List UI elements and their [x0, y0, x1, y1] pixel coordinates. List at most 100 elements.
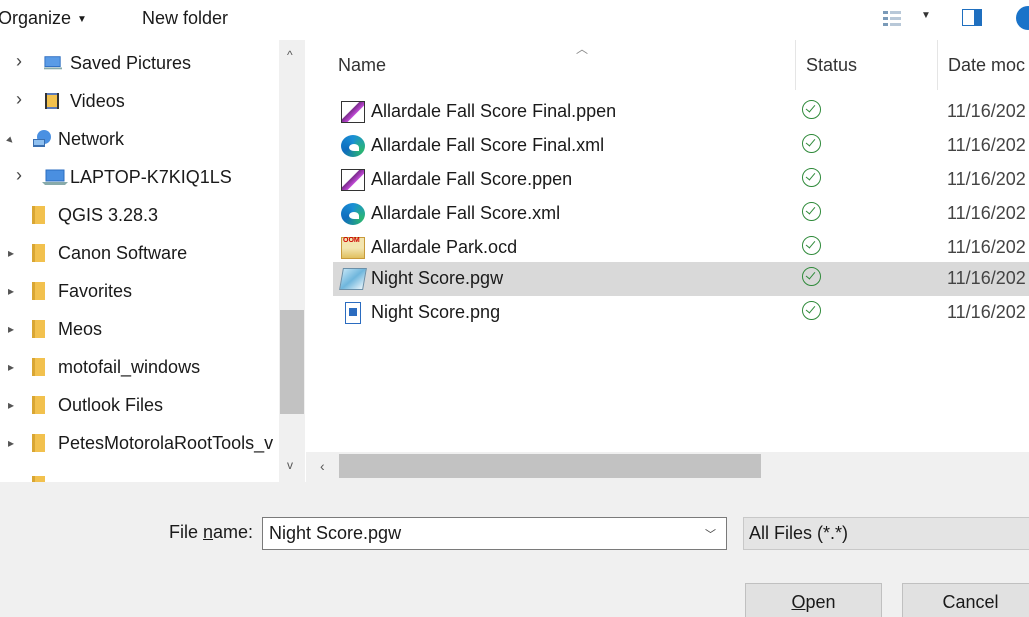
image-file-icon [345, 302, 361, 324]
chevron-right-icon[interactable]: › [16, 89, 22, 110]
nav-scrollbar-thumb[interactable] [280, 310, 304, 414]
file-row[interactable]: Allardale Fall Score.ppen 11/16/202 [333, 163, 1029, 197]
file-row[interactable]: Night Score.png 11/16/202 [333, 296, 1029, 330]
file-date: 11/16/202 [947, 101, 1026, 121]
scroll-up-icon[interactable]: ^ [287, 48, 293, 62]
column-header-label: Status [806, 54, 858, 75]
cancel-button[interactable]: Cancel [902, 583, 1029, 617]
nav-item-videos[interactable]: › Videos [0, 82, 280, 120]
sync-status-icon [802, 202, 821, 221]
pgw-file-icon [339, 268, 367, 290]
horizontal-scrollbar-thumb[interactable] [339, 454, 761, 478]
file-date: 11/16/202 [947, 268, 1026, 288]
chevron-expanded-icon[interactable]: ▸ [4, 133, 18, 147]
view-dropdown-icon[interactable]: ▼ [921, 10, 931, 21]
nav-item-canon-software[interactable]: ▸ Canon Software [0, 234, 280, 272]
column-header-date[interactable]: Date moc [938, 40, 1029, 90]
file-date: 11/16/202 [947, 203, 1026, 223]
nav-item-label: motofail_windows [58, 357, 201, 377]
chevron-right-icon[interactable]: ▸ [8, 284, 14, 298]
purplepen-icon [341, 169, 365, 191]
chevron-right-icon[interactable]: ▸ [8, 246, 14, 260]
file-name: Night Score.png [371, 302, 501, 322]
nav-item-label: Outlook Files [58, 395, 164, 415]
file-name-dropdown-icon[interactable]: ﹀ [705, 526, 716, 542]
sync-status-icon [802, 134, 821, 153]
nav-item-label: PetesMotorolaRootTools_v [58, 433, 274, 453]
file-date: 11/16/202 [947, 237, 1026, 257]
nav-item-outlook-files[interactable]: ▸ Outlook Files [0, 386, 280, 424]
nav-item-label: Network [58, 129, 125, 149]
folder-icon [32, 434, 45, 452]
horizontal-scrollbar[interactable]: ‹ [306, 452, 1029, 482]
file-row-selected[interactable]: Night Score.pgw 11/16/202 [333, 262, 1029, 296]
purplepen-icon [341, 101, 365, 123]
scroll-down-icon[interactable]: v [287, 458, 293, 472]
chevron-right-icon[interactable]: ▸ [8, 436, 14, 450]
ocad-icon [341, 237, 365, 259]
button-label: pen [805, 591, 836, 612]
chevron-right-icon[interactable]: › [16, 165, 22, 186]
computer-icon [42, 169, 68, 185]
chevron-down-icon: ▼ [77, 13, 87, 25]
file-type-select[interactable]: All Files (*.*) [743, 517, 1029, 550]
file-name: Allardale Fall Score Final.xml [371, 135, 605, 155]
file-name: Allardale Fall Score.xml [371, 203, 561, 223]
nav-item-saved-pictures[interactable]: › Saved Pictures [0, 44, 280, 82]
sync-status-icon [802, 236, 821, 255]
file-name: Allardale Fall Score.ppen [371, 169, 573, 189]
nav-item-qgis[interactable]: QGIS 3.28.3 [0, 196, 280, 234]
file-list: Name ︿ Status Date moc Allardale Fall Sc… [306, 40, 1029, 482]
edge-icon [341, 203, 365, 225]
view-options-icon[interactable] [883, 10, 901, 28]
help-icon[interactable] [1016, 6, 1029, 30]
nav-item-label: Videos [70, 91, 125, 111]
file-name-input[interactable] [262, 517, 727, 550]
button-accelerator: O [791, 591, 806, 612]
chevron-right-icon[interactable]: ▸ [8, 398, 14, 412]
nav-item-label: QGIS 3.28.3 [58, 205, 159, 225]
new-folder-button[interactable]: New folder [142, 8, 228, 29]
column-header-label: Name [338, 54, 387, 75]
label-part: File [169, 522, 204, 542]
file-row[interactable]: Allardale Fall Score Final.xml 11/16/202 [333, 129, 1029, 163]
file-row[interactable]: Allardale Fall Score.xml 11/16/202 [333, 197, 1029, 231]
nav-item-motofail-windows[interactable]: ▸ motofail_windows [0, 348, 280, 386]
nav-item-meos[interactable]: ▸ Meos [0, 310, 280, 348]
preview-pane-icon[interactable] [962, 9, 982, 26]
chevron-right-icon[interactable]: ▸ [8, 360, 14, 374]
chevron-right-icon[interactable]: ▸ [8, 322, 14, 336]
column-header-status[interactable]: Status [796, 40, 938, 90]
nav-item-label: Meos [58, 319, 103, 339]
nav-item-petes-motorola-root-tools[interactable]: ▸ PetesMotorolaRootTools_v [0, 424, 280, 462]
nav-item-network[interactable]: ▸ Network [0, 120, 280, 158]
file-type-value: All Files (*.*) [749, 523, 849, 543]
nav-scrollbar[interactable]: ^ v [279, 40, 305, 482]
nav-item-favorites[interactable]: ▸ Favorites [0, 272, 280, 310]
sync-status-icon [802, 100, 821, 119]
folder-icon [32, 320, 45, 338]
folder-icon [32, 206, 45, 224]
nav-item-partial[interactable] [0, 466, 280, 482]
sync-status-icon [802, 168, 821, 187]
scroll-left-icon[interactable]: ‹ [320, 458, 325, 474]
nav-item-label: Favorites [58, 281, 133, 301]
file-date: 11/16/202 [947, 302, 1026, 322]
file-date: 11/16/202 [947, 135, 1026, 155]
folder-icon [32, 358, 45, 376]
file-row[interactable]: Allardale Park.ocd 11/16/202 [333, 231, 1029, 265]
chevron-right-icon[interactable]: › [16, 51, 22, 72]
dialog-footer: File name: ﹀ All Files (*.*) Open Cancel [0, 482, 1029, 617]
column-header-name[interactable]: Name ︿ [328, 40, 796, 90]
open-button[interactable]: Open [745, 583, 882, 617]
file-name: Night Score.pgw [371, 268, 504, 288]
file-date: 11/16/202 [947, 169, 1026, 189]
nav-item-laptop[interactable]: › LAPTOP-K7KIQ1LS [0, 158, 280, 196]
navigation-pane: › Saved Pictures › Videos ▸ Network › LA… [0, 40, 306, 482]
network-icon [33, 130, 51, 147]
organize-button[interactable]: Organize ▼ [0, 8, 87, 29]
folder-icon [32, 244, 45, 262]
file-name: Allardale Park.ocd [371, 237, 518, 257]
file-row[interactable]: Allardale Fall Score Final.ppen 11/16/20… [333, 95, 1029, 129]
sync-status-icon [802, 301, 821, 320]
